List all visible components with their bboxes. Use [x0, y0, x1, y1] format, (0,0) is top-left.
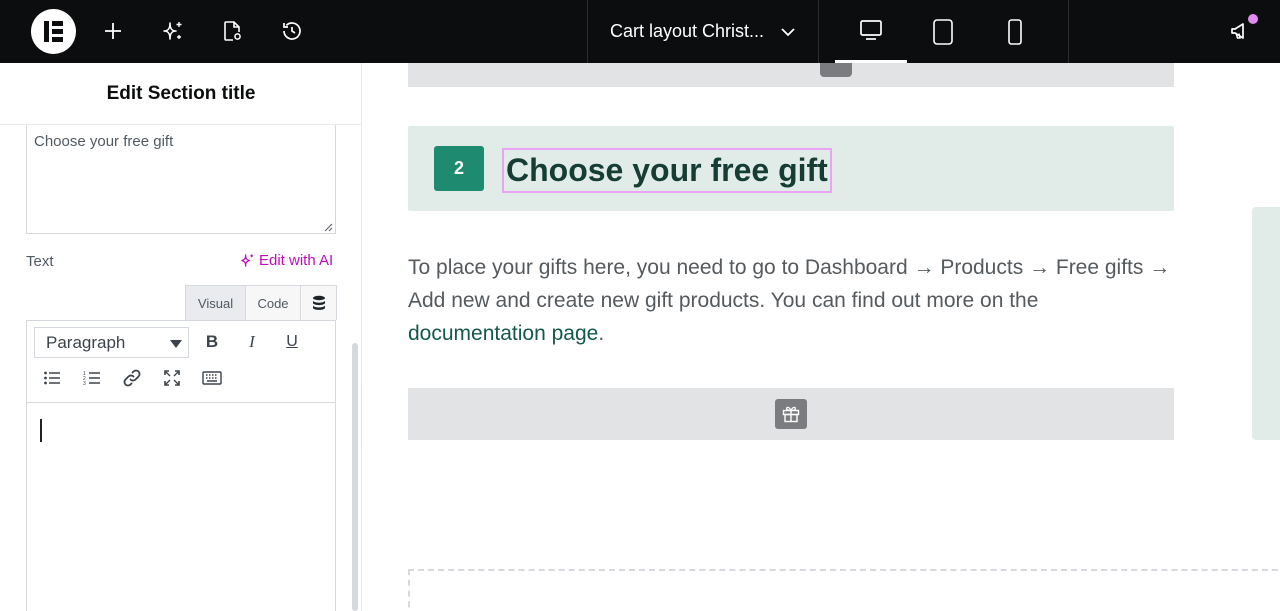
section-handle[interactable] — [820, 63, 852, 77]
step-number-badge: 2 — [434, 146, 484, 191]
text-control-label: Text — [26, 253, 54, 270]
edit-with-ai-button[interactable]: Edit with AI — [240, 252, 333, 269]
ai-sparkle-icon — [241, 254, 254, 267]
italic-button[interactable]: I — [237, 327, 267, 357]
description-text: To place your gifts here, you need to go… — [408, 251, 1174, 350]
gift-widget-button[interactable] — [775, 399, 807, 429]
notification-badge — [1248, 14, 1258, 24]
editor-mode-tabs: Visual Code — [185, 285, 337, 320]
divider — [1068, 0, 1069, 63]
megaphone-icon — [1231, 23, 1244, 39]
insert-link-button[interactable] — [117, 363, 147, 393]
editor-toolbar: Paragraph B I U 123 — [27, 321, 335, 403]
editor-content-area[interactable] — [27, 403, 335, 611]
panel-scrollbar[interactable] — [352, 343, 358, 611]
tab-code[interactable]: Code — [246, 286, 301, 320]
editor-panel: Edit Section title Text Edit with AI Vis… — [0, 63, 362, 611]
device-mobile-button[interactable] — [979, 0, 1051, 63]
title-textarea[interactable] — [26, 125, 336, 234]
page-settings-button[interactable] — [216, 15, 248, 47]
dynamic-tags-button[interactable] — [301, 286, 336, 320]
empty-section-top — [408, 63, 1174, 87]
bullet-list-button[interactable] — [37, 363, 67, 393]
tab-visual[interactable]: Visual — [186, 286, 246, 320]
section-heading[interactable]: Choose your free gift — [502, 148, 832, 193]
fullscreen-icon — [164, 370, 180, 386]
top-bar: Cart layout Christ... — [0, 0, 1280, 63]
device-desktop-button[interactable] — [835, 0, 907, 63]
toolbar-toggle-button[interactable] — [197, 363, 227, 393]
format-select[interactable]: Paragraph — [34, 327, 189, 358]
chevron-down-icon[interactable] — [778, 22, 798, 42]
free-gifts-placeholder — [408, 388, 1174, 440]
sparkle-icon — [163, 22, 182, 40]
tablet-icon — [933, 18, 953, 45]
document-title[interactable]: Cart layout Christ... — [610, 0, 764, 63]
panel-title: Edit Section title — [0, 63, 361, 125]
text-cursor — [40, 419, 42, 442]
fullscreen-button[interactable] — [157, 363, 187, 393]
preview-canvas: 2 Choose your free gift To place your gi… — [363, 63, 1280, 611]
description-end: . — [598, 322, 605, 345]
database-icon — [312, 295, 325, 310]
underline-button[interactable]: U — [277, 327, 307, 357]
desktop-icon — [860, 20, 882, 40]
description-body: To place your gifts here, you need to go… — [408, 256, 1171, 312]
elementor-logo-icon[interactable] — [31, 9, 76, 54]
edit-with-ai-label: Edit with AI — [259, 252, 334, 269]
plus-icon — [105, 23, 121, 39]
section-title-widget[interactable]: 2 Choose your free gift — [408, 126, 1174, 211]
resize-grip-icon[interactable] — [322, 221, 333, 232]
add-section-dropzone[interactable] — [408, 569, 1280, 611]
page-settings-icon — [224, 21, 241, 41]
bold-button[interactable]: B — [197, 327, 227, 357]
mobile-icon — [1008, 18, 1022, 45]
svg-text:3: 3 — [83, 381, 86, 386]
gift-icon — [782, 406, 800, 423]
divider — [818, 0, 819, 63]
ai-button[interactable] — [157, 15, 189, 47]
numbered-list-icon: 123 — [83, 371, 100, 386]
link-icon — [123, 369, 141, 387]
add-element-button[interactable] — [97, 15, 129, 47]
divider — [587, 0, 588, 63]
documentation-link[interactable]: documentation page — [408, 322, 598, 345]
numbered-list-button[interactable]: 123 — [77, 363, 107, 393]
sidebar-column-block — [1252, 207, 1280, 440]
bullet-list-icon — [44, 371, 60, 385]
history-icon — [283, 22, 301, 40]
format-select-value: Paragraph — [46, 333, 126, 352]
history-button[interactable] — [276, 15, 308, 47]
wysiwyg-editor: Paragraph B I U 123 — [26, 320, 336, 611]
keyboard-icon — [202, 371, 222, 385]
caret-down-icon — [170, 340, 182, 348]
device-tablet-button[interactable] — [907, 0, 979, 63]
